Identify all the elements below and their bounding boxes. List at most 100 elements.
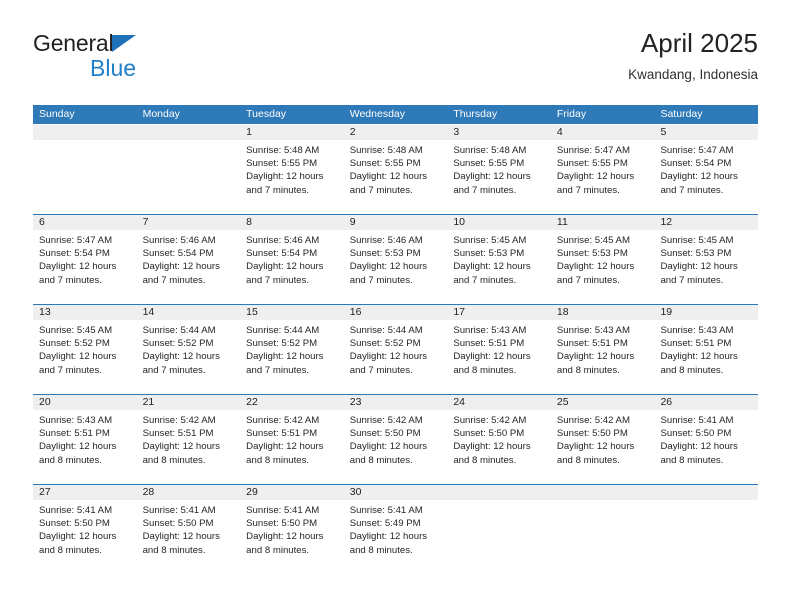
calendar-week-row: 20 Sunrise: 5:43 AM Sunset: 5:51 PM Dayligh… <box>33 394 759 484</box>
day-detail-line: and 7 minutes. <box>246 274 310 286</box>
day-number-band: 27 <box>33 485 137 500</box>
day-cell-13[interactable]: 13 Sunrise: 5:45 AM Sunset: 5:52 PM Dayligh… <box>33 305 137 394</box>
day-cell-23[interactable]: 23 Sunrise: 5:42 AM Sunset: 5:50 PM Dayligh… <box>343 395 448 484</box>
day-detail-line: and 8 minutes. <box>556 454 620 466</box>
calendar-page: General Blue April 2025 Kwandang, Indone… <box>0 0 792 612</box>
day-cell-2[interactable]: 2 Sunrise: 5:48 AM Sunset: 5:55 PM Daylight… <box>343 125 448 214</box>
day-detail-line: Daylight: 12 hours <box>39 351 117 363</box>
day-cell-17[interactable]: 17 Sunrise: 5:43 AM Sunset: 5:51 PM Dayligh… <box>447 305 551 394</box>
brand-name-blue: Blue <box>90 55 137 81</box>
day-detail-line: Sunrise: 5:43 AM <box>453 325 527 336</box>
day-number: 16 <box>349 306 362 318</box>
day-detail-line: and 7 minutes. <box>39 364 102 376</box>
day-detail-line: Sunset: 5:52 PM <box>39 338 110 350</box>
day-cell-30[interactable]: 30 Sunrise: 5:41 AM Sunset: 5:49 PM Dayligh… <box>343 485 448 574</box>
day-details: Sunrise: 5:45 AM Sunset: 5:53 PM Daylight:… <box>654 230 758 287</box>
day-cell-26[interactable]: 26 Sunrise: 5:41 AM Sunset: 5:50 PM Dayligh… <box>654 395 759 484</box>
day-details: Sunrise: 5:43 AM Sunset: 5:51 PM Daylight:… <box>33 410 137 467</box>
day-detail-line: Sunrise: 5:43 AM <box>660 325 734 336</box>
day-number: 24 <box>453 396 465 408</box>
day-number-band: 22 <box>240 395 344 410</box>
day-detail-line: Daylight: 12 hours <box>39 441 117 453</box>
day-detail-line: Sunrise: 5:42 AM <box>142 415 216 426</box>
day-detail-line: Daylight: 12 hours <box>142 351 220 363</box>
day-number-band <box>447 485 551 500</box>
day-cell-20[interactable]: 20 Sunrise: 5:43 AM Sunset: 5:51 PM Dayligh… <box>33 395 137 484</box>
day-cell-empty <box>136 125 241 214</box>
day-detail-line: Sunrise: 5:41 AM <box>246 505 320 516</box>
day-details: Sunrise: 5:41 AM Sunset: 5:50 PM Daylight:… <box>654 410 758 467</box>
day-detail-line: Daylight: 12 hours <box>142 441 220 453</box>
day-detail-line: Daylight: 12 hours <box>660 441 738 453</box>
day-cell-1[interactable]: 1 Sunrise: 5:48 AM Sunset: 5:55 PM Daylight… <box>240 125 344 214</box>
day-cell-25[interactable]: 25 Sunrise: 5:42 AM Sunset: 5:50 PM Dayligh… <box>550 395 655 484</box>
day-detail-line: Sunset: 5:52 PM <box>349 338 421 350</box>
day-detail-line: Sunrise: 5:48 AM <box>246 145 320 156</box>
day-detail-line: Sunset: 5:50 PM <box>349 428 421 440</box>
day-cell-9[interactable]: 9 Sunrise: 5:46 AM Sunset: 5:53 PM Daylight… <box>343 215 448 304</box>
day-number: 8 <box>246 216 252 228</box>
day-cell-15[interactable]: 15 Sunrise: 5:44 AM Sunset: 5:52 PM Dayligh… <box>240 305 344 394</box>
day-detail-line: Daylight: 12 hours <box>556 351 635 363</box>
day-cell-empty <box>550 485 655 574</box>
day-detail-line: Sunset: 5:53 PM <box>660 248 732 260</box>
day-cell-21[interactable]: 21 Sunrise: 5:42 AM Sunset: 5:51 PM Dayligh… <box>136 395 241 484</box>
day-cell-27[interactable]: 27 Sunrise: 5:41 AM Sunset: 5:50 PM Dayligh… <box>33 485 137 574</box>
day-number: 6 <box>39 216 45 228</box>
day-number: 10 <box>453 216 465 228</box>
day-detail-line: Sunset: 5:54 PM <box>246 248 318 260</box>
day-cell-29[interactable]: 29 Sunrise: 5:41 AM Sunset: 5:50 PM Dayligh… <box>240 485 344 574</box>
day-detail-line: Sunset: 5:53 PM <box>556 248 628 260</box>
day-details: Sunrise: 5:43 AM Sunset: 5:51 PM Daylight:… <box>447 320 551 377</box>
day-detail-line: Sunrise: 5:46 AM <box>246 235 320 246</box>
day-details: Sunrise: 5:41 AM Sunset: 5:50 PM Daylight:… <box>33 500 137 557</box>
day-details <box>447 500 551 504</box>
week-cells: 27 Sunrise: 5:41 AM Sunset: 5:50 PM Dayligh… <box>33 484 759 574</box>
day-detail-line: and 7 minutes. <box>453 274 517 286</box>
general-blue-logo[interactable]: General Blue <box>33 32 213 88</box>
day-detail-line: Sunset: 5:50 PM <box>246 518 318 530</box>
day-cell-3[interactable]: 3 Sunrise: 5:48 AM Sunset: 5:55 PM Daylight… <box>447 125 551 214</box>
day-cell-6[interactable]: 6 Sunrise: 5:47 AM Sunset: 5:54 PM Daylight… <box>33 215 137 304</box>
day-cell-24[interactable]: 24 Sunrise: 5:42 AM Sunset: 5:50 PM Dayligh… <box>447 395 551 484</box>
day-cell-5[interactable]: 5 Sunrise: 5:47 AM Sunset: 5:54 PM Daylight… <box>654 125 759 214</box>
day-detail-line: Sunrise: 5:46 AM <box>349 235 423 246</box>
title-block: April 2025 Kwandang, Indonesia <box>628 28 758 84</box>
day-cell-11[interactable]: 11 Sunrise: 5:45 AM Sunset: 5:53 PM Dayligh… <box>550 215 655 304</box>
day-detail-line: Sunrise: 5:42 AM <box>556 415 630 426</box>
day-details: Sunrise: 5:46 AM Sunset: 5:54 PM Daylight:… <box>240 230 344 287</box>
week-cells: 13 Sunrise: 5:45 AM Sunset: 5:52 PM Dayligh… <box>33 304 759 394</box>
day-number: 28 <box>142 486 155 498</box>
day-cell-10[interactable]: 10 Sunrise: 5:45 AM Sunset: 5:53 PM Dayligh… <box>447 215 551 304</box>
day-detail-line: Sunrise: 5:48 AM <box>453 145 527 156</box>
week-cells: 20 Sunrise: 5:43 AM Sunset: 5:51 PM Dayligh… <box>33 394 759 484</box>
day-number-band: 6 <box>33 215 137 230</box>
day-details: Sunrise: 5:42 AM Sunset: 5:50 PM Daylight:… <box>551 410 655 467</box>
day-cell-7[interactable]: 7 Sunrise: 5:46 AM Sunset: 5:54 PM Daylight… <box>136 215 241 304</box>
day-detail-line: Sunset: 5:53 PM <box>453 248 525 260</box>
weekday-header-friday: Friday <box>556 108 587 120</box>
day-number-band: 18 <box>550 305 655 320</box>
day-cell-28[interactable]: 28 Sunrise: 5:41 AM Sunset: 5:50 PM Dayligh… <box>136 485 241 574</box>
day-cell-19[interactable]: 19 Sunrise: 5:43 AM Sunset: 5:51 PM Dayligh… <box>654 305 759 394</box>
day-cell-8[interactable]: 8 Sunrise: 5:46 AM Sunset: 5:54 PM Daylight… <box>240 215 344 304</box>
day-cell-16[interactable]: 16 Sunrise: 5:44 AM Sunset: 5:52 PM Dayligh… <box>343 305 448 394</box>
day-number: 19 <box>660 306 673 318</box>
day-detail-line: Sunset: 5:50 PM <box>556 428 628 440</box>
day-number-band: 12 <box>654 215 759 230</box>
day-number-band: 1 <box>240 125 344 140</box>
day-detail-line: Sunrise: 5:41 AM <box>142 505 216 516</box>
day-cell-18[interactable]: 18 Sunrise: 5:43 AM Sunset: 5:51 PM Dayligh… <box>550 305 655 394</box>
day-number-band: 2 <box>343 125 448 140</box>
day-cell-4[interactable]: 4 Sunrise: 5:47 AM Sunset: 5:55 PM Daylight… <box>550 125 655 214</box>
day-cell-22[interactable]: 22 Sunrise: 5:42 AM Sunset: 5:51 PM Dayligh… <box>240 395 344 484</box>
day-details: Sunrise: 5:48 AM Sunset: 5:55 PM Daylight:… <box>447 140 551 197</box>
day-number: 15 <box>246 306 258 318</box>
day-detail-line: Sunrise: 5:43 AM <box>556 325 630 336</box>
day-detail-line: Daylight: 12 hours <box>246 351 324 363</box>
day-detail-line: Daylight: 12 hours <box>556 441 635 453</box>
day-cell-14[interactable]: 14 Sunrise: 5:44 AM Sunset: 5:52 PM Dayligh… <box>136 305 241 394</box>
day-number-band: 11 <box>550 215 655 230</box>
day-cell-12[interactable]: 12 Sunrise: 5:45 AM Sunset: 5:53 PM Dayligh… <box>654 215 759 304</box>
day-detail-line: and 8 minutes. <box>453 364 517 376</box>
